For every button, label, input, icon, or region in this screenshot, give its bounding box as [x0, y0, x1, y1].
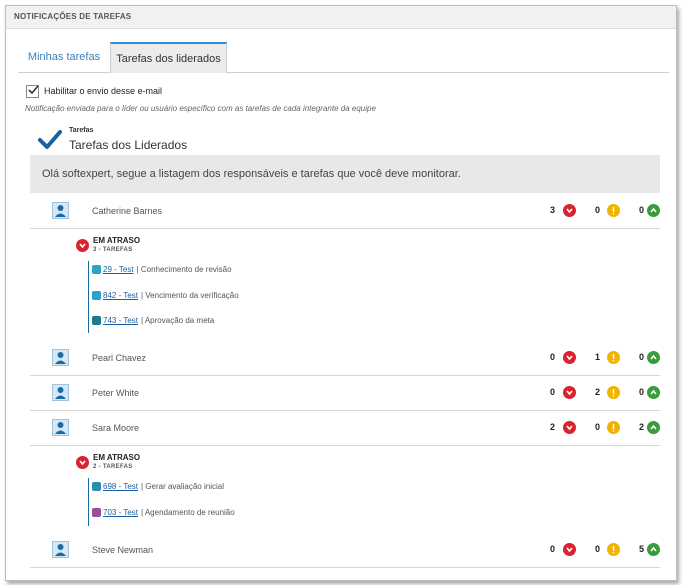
ok-count: 0 — [639, 205, 645, 215]
task-link[interactable]: 698 - Test — [103, 482, 138, 491]
late-icon — [563, 386, 576, 399]
person-row[interactable]: Steve Newman 0 0 5 — [30, 533, 660, 568]
late-icon — [563, 351, 576, 364]
status-counts: 3 0 0 — [550, 203, 660, 219]
status-counts: 2 0 2 — [550, 420, 660, 436]
person-name: Catherine Barnes — [92, 206, 163, 216]
late-icon — [76, 456, 89, 469]
late-icon — [76, 239, 89, 252]
ok-count: 0 — [639, 387, 645, 397]
user-icon — [55, 422, 66, 434]
section-label: Tarefas — [69, 127, 94, 134]
late-count: 0 — [550, 352, 556, 362]
late-group-title: EM ATRASO — [93, 236, 141, 245]
ok-count: 5 — [639, 544, 645, 554]
tab-bar: Minhas tarefas Tarefas dos liderados — [18, 42, 669, 73]
group-line — [88, 478, 89, 526]
notification-panel: NOTIFICAÇÕES DE TAREFAS Minhas tarefas T… — [5, 5, 677, 581]
person-row[interactable]: Pearl Chavez 0 1 0 — [30, 341, 660, 376]
person-name: Pearl Chavez — [92, 353, 147, 363]
person-name: Peter White — [92, 388, 140, 398]
person-row[interactable]: Catherine Barnes 3 0 0 — [30, 194, 660, 229]
task-item: 29 - Test | Conhecimento de revisão — [92, 265, 232, 274]
enable-email-label: Habilitar o envio desse e-mail — [44, 86, 163, 96]
task-item: 703 - Test | Agendamento de reunião — [92, 508, 235, 517]
person-row[interactable]: Sara Moore 2 0 2 — [30, 411, 660, 446]
ok-icon — [647, 421, 660, 434]
late-count: 0 — [550, 387, 556, 397]
ok-icon — [647, 543, 660, 556]
panel-title: NOTIFICAÇÕES DE TAREFAS — [6, 6, 676, 29]
warning-count: 2 — [595, 387, 601, 397]
task-desc: | Agendamento de reunião — [140, 508, 235, 517]
ok-icon — [647, 386, 660, 399]
avatar — [52, 384, 69, 401]
meeting-icon — [92, 508, 101, 517]
warning-count: 0 — [595, 205, 601, 215]
ok-count: 0 — [639, 352, 645, 362]
avatar — [52, 541, 69, 558]
late-group-count: 2 - TAREFAS — [93, 464, 133, 470]
warning-icon — [607, 543, 620, 556]
late-icon — [563, 204, 576, 217]
warning-icon — [607, 204, 620, 217]
goal-icon — [92, 316, 101, 325]
task-desc: | Vencimento da verificação — [140, 291, 239, 300]
user-icon — [55, 544, 66, 556]
warning-count: 1 — [595, 352, 601, 362]
tab-minhas-tarefas[interactable]: Minhas tarefas — [18, 42, 110, 72]
late-count: 2 — [550, 422, 556, 432]
ok-count: 2 — [639, 422, 645, 432]
task-item: 842 - Test | Vencimento da verificação — [92, 291, 239, 300]
task-desc: | Conhecimento de revisão — [136, 265, 232, 274]
task-item: 698 - Test | Gerar avaliação inicial — [92, 482, 224, 491]
tab-tarefas-liderados[interactable]: Tarefas dos liderados — [110, 42, 227, 73]
ok-icon — [647, 351, 660, 364]
late-group: EM ATRASO 3 - TAREFAS 29 - Test | Conhec… — [30, 229, 660, 345]
person-name: Steve Newman — [92, 545, 154, 555]
late-group: EM ATRASO 2 - TAREFAS 698 - Test | Gerar… — [30, 446, 660, 536]
person-name: Sara Moore — [92, 423, 140, 433]
late-group-title: EM ATRASO — [93, 453, 141, 462]
warning-icon — [607, 386, 620, 399]
user-icon — [55, 387, 66, 399]
avatar — [52, 202, 69, 219]
late-group-count: 3 - TAREFAS — [93, 247, 133, 253]
user-icon — [55, 205, 66, 217]
avatar — [52, 419, 69, 436]
warning-icon — [607, 421, 620, 434]
avatar — [52, 349, 69, 366]
task-item: 743 - Test | Aprovação da meta — [92, 316, 214, 325]
tasks-check-icon — [38, 130, 62, 149]
ok-icon — [647, 204, 660, 217]
enable-email-row[interactable]: Habilitar o envio desse e-mail — [26, 84, 162, 98]
evaluation-icon — [92, 482, 101, 491]
section-title: Tarefas dos Liderados — [69, 138, 188, 152]
status-counts: 0 0 5 — [550, 542, 660, 558]
late-count: 3 — [550, 205, 556, 215]
description-text: Notificação enviada para o líder ou usuá… — [25, 104, 376, 113]
task-link[interactable]: 842 - Test — [103, 291, 138, 300]
task-desc: | Aprovação da meta — [140, 316, 215, 325]
warning-count: 0 — [595, 544, 601, 554]
review-icon — [92, 265, 101, 274]
late-icon — [563, 543, 576, 556]
group-line — [88, 261, 89, 333]
verification-icon — [92, 291, 101, 300]
warning-count: 0 — [595, 422, 601, 432]
warning-icon — [607, 351, 620, 364]
person-row[interactable]: Peter White 0 2 0 — [30, 376, 660, 411]
task-link[interactable]: 29 - Test — [103, 265, 134, 274]
late-count: 0 — [550, 544, 556, 554]
enable-email-checkbox[interactable] — [26, 84, 39, 98]
late-icon — [563, 421, 576, 434]
task-desc: | Gerar avaliação inicial — [140, 482, 224, 491]
user-icon — [55, 352, 66, 364]
task-link[interactable]: 743 - Test — [103, 316, 138, 325]
greeting-banner: Olá softexpert, segue a listagem dos res… — [30, 155, 660, 193]
task-link[interactable]: 703 - Test — [103, 508, 138, 517]
status-counts: 0 2 0 — [550, 385, 660, 401]
check-icon — [28, 84, 39, 94]
status-counts: 0 1 0 — [550, 350, 660, 366]
